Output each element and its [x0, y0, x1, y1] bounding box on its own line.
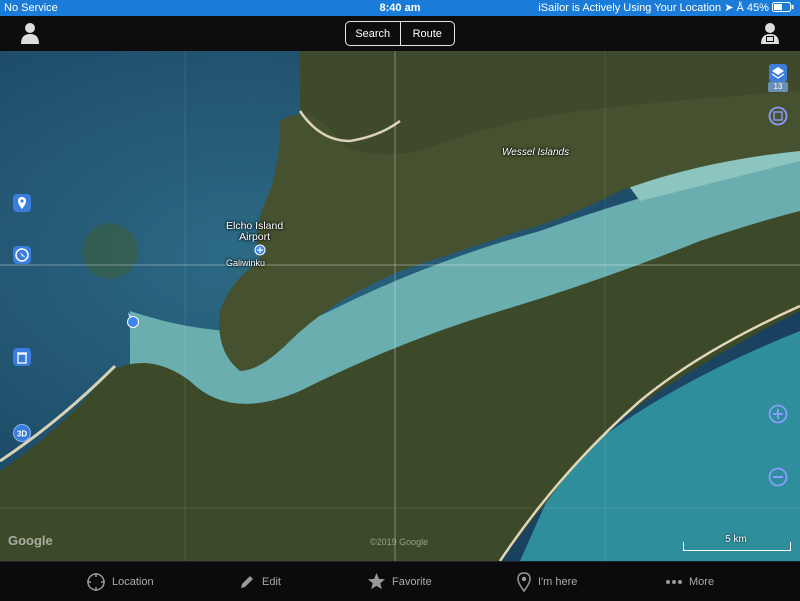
map-pin-tool-icon[interactable]	[12, 193, 32, 213]
layers-badge: 13	[768, 82, 788, 92]
route-tab[interactable]: Route	[399, 22, 455, 45]
scale-bar	[683, 542, 791, 551]
location-arrow-icon: ➤	[724, 2, 734, 14]
person-lock-icon[interactable]	[758, 20, 782, 46]
map-copyright: ©2019 Google	[370, 537, 429, 547]
pencil-icon	[241, 575, 253, 588]
status-right: iSailor is Actively Using Your Location …	[538, 0, 794, 16]
layers-icon[interactable]	[768, 63, 788, 83]
more-label: More	[689, 575, 715, 588]
edit-button[interactable]: Edit	[238, 562, 281, 601]
zoom-out-button[interactable]	[768, 467, 788, 487]
im-here-button[interactable]: I'm here	[516, 562, 577, 601]
edit-label: Edit	[262, 575, 281, 588]
bluetooth-icon: Å	[736, 2, 744, 14]
region-label: Wessel Islands	[502, 147, 570, 158]
status-bar: No Service 8:40 am iSailor is Actively U…	[0, 0, 800, 16]
im-here-label: I'm here	[538, 575, 578, 588]
nav-bar: Search Route	[0, 16, 800, 51]
3d-view-icon[interactable]: 3D	[12, 423, 32, 443]
battery-percent: 45%	[746, 2, 769, 14]
favorite-button[interactable]: Favorite	[367, 562, 432, 601]
satellite-imagery	[0, 51, 800, 561]
compass-mode-icon[interactable]	[12, 245, 32, 265]
more-button[interactable]: More	[665, 562, 714, 601]
star-icon	[367, 572, 386, 590]
person-icon[interactable]	[18, 20, 42, 46]
town-label[interactable]: Galiwinku	[226, 258, 265, 268]
battery-icon	[772, 2, 794, 12]
pin-icon	[517, 571, 531, 592]
location-button[interactable]: Location	[86, 562, 154, 601]
location-notice: iSailor is Actively Using Your Location	[538, 2, 722, 14]
map-view[interactable]: Elcho Island Airport Galiwinku Wessel Is…	[0, 51, 800, 561]
svg-text:3D: 3D	[17, 430, 27, 439]
more-dots-icon	[666, 579, 682, 584]
search-tab[interactable]: Search	[346, 22, 400, 45]
airport-label[interactable]: Elcho Island Airport	[226, 221, 283, 243]
bottom-toolbar: Location Edit Favorite I'm here More	[0, 561, 800, 601]
google-attribution: Google	[8, 533, 53, 548]
zoom-in-button[interactable]	[768, 404, 788, 424]
crosshair-icon	[87, 572, 105, 591]
trash-icon[interactable]	[12, 347, 32, 367]
location-label: Location	[112, 575, 154, 588]
search-route-segmented-control: Search Route	[345, 21, 455, 46]
favorite-label: Favorite	[392, 575, 432, 588]
north-up-icon[interactable]	[768, 106, 788, 126]
